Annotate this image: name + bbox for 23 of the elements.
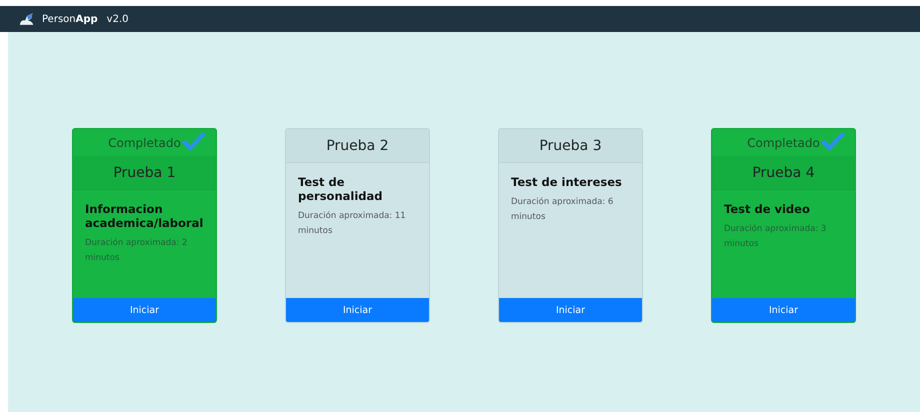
card-title: Prueba 4: [752, 164, 815, 180]
start-button[interactable]: Iniciar: [73, 298, 216, 322]
test-name: Test de personalidad: [298, 175, 384, 203]
status-label: Completado: [108, 136, 181, 150]
status-label: Completado: [747, 136, 820, 150]
card-title: Prueba 1: [113, 164, 176, 180]
card-title: Prueba 3: [539, 138, 602, 154]
start-button[interactable]: Iniciar: [499, 298, 642, 322]
test-name: Test de intereses: [511, 175, 623, 189]
check-icon: [180, 132, 208, 153]
start-button[interactable]: Iniciar: [712, 298, 855, 322]
test-name: Informacion academica/laboral: [85, 202, 204, 230]
start-button[interactable]: Iniciar: [286, 298, 429, 322]
brand-name[interactable]: PersonApp: [42, 14, 98, 24]
check-icon: [819, 132, 847, 153]
test-name: Test de video: [724, 202, 811, 216]
duration-text: Duración aproximada: 11 minutos: [298, 210, 407, 238]
version-label: v2.0: [106, 14, 128, 24]
duration-text: Duración aproximada: 3 minutos: [724, 223, 828, 251]
card-title: Prueba 2: [326, 138, 389, 154]
duration-text: Duración aproximada: 2 minutos: [85, 237, 188, 265]
duration-text: Duración aproximada: 6 minutos: [511, 196, 614, 224]
logo-icon: [18, 12, 36, 26]
